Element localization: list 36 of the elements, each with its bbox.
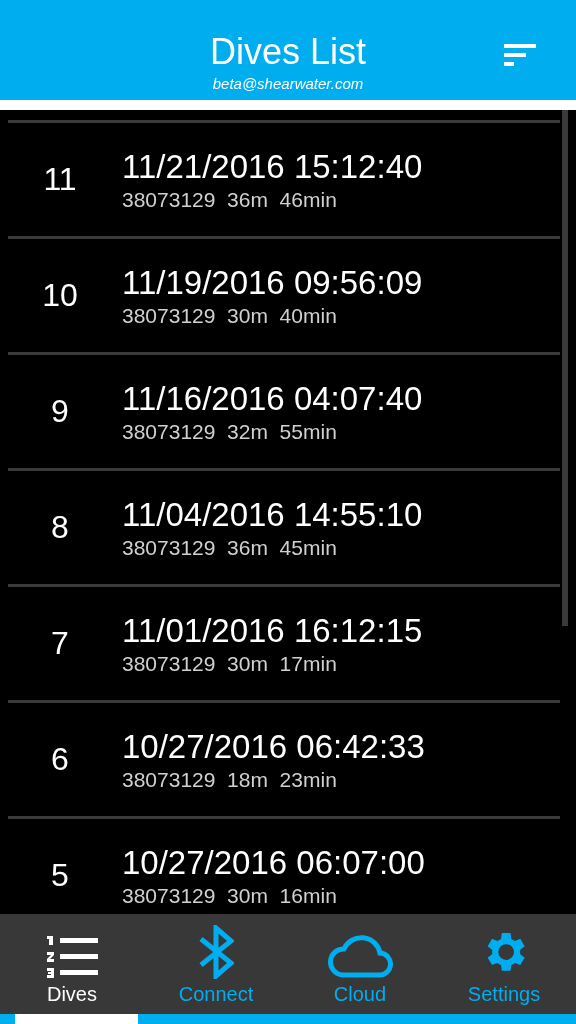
dive-row[interactable]: 10 11/19/2016 09:56:09 38073129 30m 40min	[8, 236, 560, 352]
dive-number: 5	[50, 857, 70, 894]
dive-datetime: 11/19/2016 09:56:09	[122, 263, 423, 302]
dive-datetime: 10/27/2016 06:07:00	[122, 843, 425, 882]
dive-number: 11	[42, 161, 78, 198]
dive-number: 9	[50, 393, 70, 430]
dive-details: 38073129 18m 23min	[122, 767, 338, 792]
dive-datetime: 10/27/2016 06:42:33	[122, 727, 425, 766]
dive-row[interactable]: 8 11/04/2016 14:55:10 38073129 36m 45min	[8, 468, 560, 584]
dive-datetime: 11/16/2016 04:07:40	[122, 379, 423, 418]
dive-row[interactable]: 6 10/27/2016 06:42:33 38073129 18m 23min	[8, 700, 560, 816]
dive-details: 38073129 32m 55min	[122, 419, 338, 444]
dive-details: 38073129 30m 40min	[122, 303, 338, 328]
dive-datetime: 11/21/2016 15:12:40	[122, 147, 423, 186]
dive-number: 7	[50, 625, 70, 662]
bluetooth-icon	[198, 925, 234, 979]
dive-row[interactable]: 9 11/16/2016 04:07:40 38073129 32m 55min	[8, 352, 560, 468]
dive-details: 38073129 30m 16min	[122, 883, 338, 908]
dive-row[interactable]: 7 11/01/2016 16:12:15 38073129 30m 17min	[8, 584, 560, 700]
account-email: beta@shearwater.com	[212, 75, 364, 92]
dive-details: 38073129 36m 45min	[122, 535, 338, 560]
dive-datetime: 11/01/2016 16:12:15	[122, 611, 423, 650]
nav-tab[interactable]: Cloud	[288, 914, 432, 1014]
cloud-icon	[327, 933, 393, 979]
nav-tab[interactable]: Settings	[432, 914, 576, 1014]
nav-tab[interactable]: Connect	[144, 914, 288, 1014]
page-title: Dives List	[209, 31, 366, 73]
dive-number: 10	[41, 277, 79, 314]
numbered-list-icon	[46, 935, 98, 979]
dive-row[interactable]: 11 11/21/2016 15:12:40 38073129 36m 46min	[8, 120, 560, 236]
dive-datetime: 11/04/2016 14:55:10	[122, 495, 423, 534]
dive-details: 38073129 30m 17min	[122, 651, 338, 676]
nav-tab[interactable]: Dives	[0, 914, 144, 1014]
dive-number: 8	[50, 509, 70, 546]
dive-details: 38073129 36m 46min	[122, 187, 338, 212]
dive-number: 6	[50, 741, 70, 778]
